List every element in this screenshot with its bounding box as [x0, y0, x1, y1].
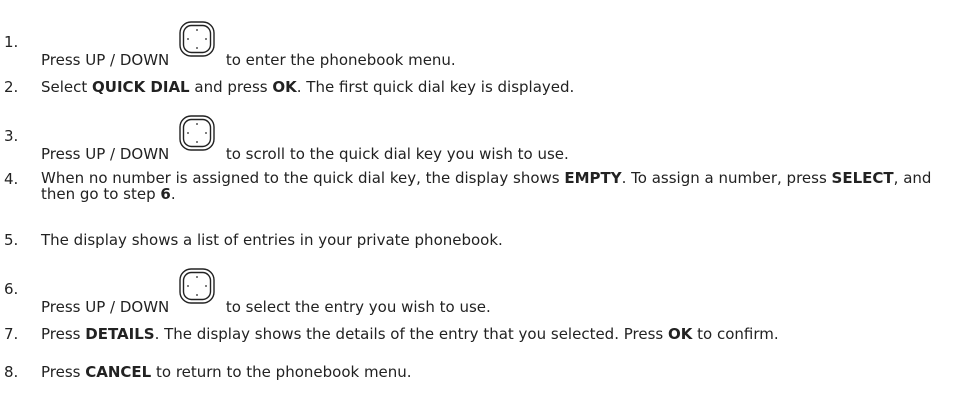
text-segment: to return to the phonebook menu.: [151, 363, 412, 381]
keyword-select: SELECT: [831, 169, 894, 187]
step-text-post: to scroll to the quick dial key you wish…: [221, 145, 569, 163]
step-number: 4.: [4, 170, 19, 188]
text-segment: Select: [41, 78, 93, 96]
keyword-details: DETAILS: [85, 325, 155, 343]
step-text: Press CANCEL to return to the phonebook …: [41, 363, 412, 381]
step-text: Press UP / DOWN to select the entry you …: [41, 268, 491, 316]
text-segment: and press: [189, 78, 273, 96]
step-number: 8.: [4, 363, 19, 381]
keyword-ok: OK: [272, 78, 297, 96]
step-text-pre: Press UP / DOWN: [41, 298, 175, 316]
keyword-cancel: CANCEL: [85, 363, 152, 381]
step-text-post: to enter the phonebook menu.: [221, 51, 456, 69]
keyword-empty: EMPTY: [564, 169, 622, 187]
nav-key-icon: [179, 268, 215, 304]
text-segment: Press: [41, 325, 86, 343]
text-segment: . To assign a number, press: [621, 169, 832, 187]
step-text: Select QUICK DIAL and press OK. The firs…: [41, 78, 574, 96]
step-number: 7.: [4, 325, 19, 343]
step-number: 5.: [4, 231, 19, 249]
step-text: The display shows a list of entries in y…: [41, 231, 503, 249]
step-text-pre: Press UP / DOWN: [41, 51, 175, 69]
step-text: When no number is assigned to the quick …: [41, 170, 955, 202]
keyword-quick-dial: QUICK DIAL: [92, 78, 190, 96]
text-segment: . The display shows the details of the e…: [154, 325, 668, 343]
step-text-pre: Press UP / DOWN: [41, 145, 175, 163]
step-number: 3.: [4, 127, 19, 145]
text-segment: .: [170, 185, 176, 203]
step-number: 1.: [4, 33, 19, 51]
keyword-ok: OK: [667, 325, 693, 343]
step-number: 2.: [4, 78, 19, 96]
step-text: Press UP / DOWN to scroll to the quick d…: [41, 115, 569, 163]
text-segment: . The first quick dial key is displayed.: [296, 78, 575, 96]
step-number: 6.: [4, 280, 19, 298]
text-segment: The display shows a list of entries in y…: [41, 231, 503, 249]
step-text: Press DETAILS. The display shows the det…: [41, 325, 779, 343]
nav-key-icon: [179, 21, 215, 57]
nav-key-icon: [179, 115, 215, 151]
step-text: Press UP / DOWN to enter the phonebook m…: [41, 21, 456, 69]
text-segment: to confirm.: [692, 325, 779, 343]
keyword-step-number: 6: [160, 185, 171, 203]
text-segment: Press: [41, 363, 86, 381]
step-text-post: to select the entry you wish to use.: [221, 298, 491, 316]
instruction-list: 1. Press UP / DOWN to enter the phoneboo…: [0, 0, 955, 401]
